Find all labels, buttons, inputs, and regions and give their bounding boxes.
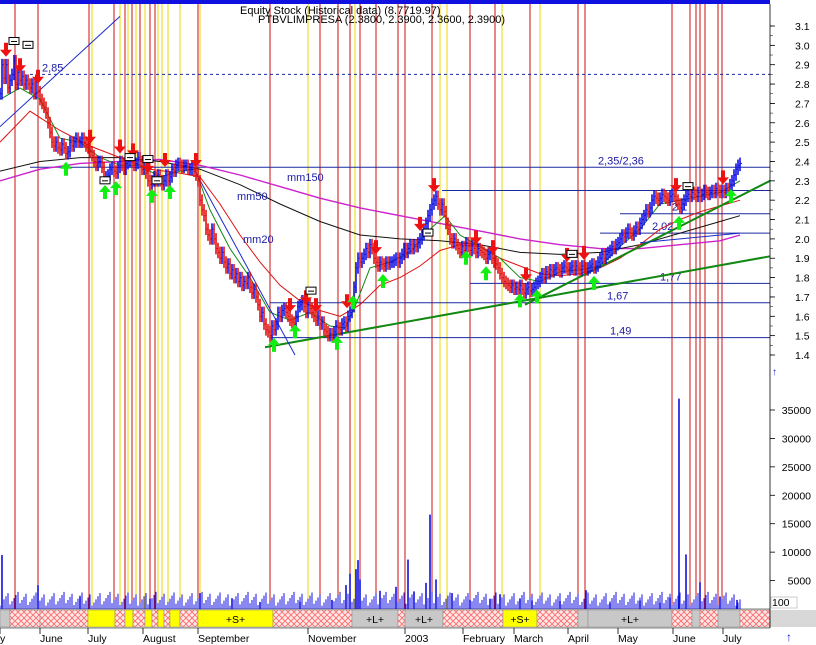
price-tick-label: 2.9: [795, 60, 810, 72]
price-tick-label: 2.3: [795, 176, 810, 188]
regime-segment: [272, 609, 353, 628]
price-level-label: 2,85: [42, 62, 63, 74]
volume-tick-label: 20000: [782, 490, 811, 502]
volume-tick-label: 35000: [782, 405, 811, 417]
chart-header-instrument: PTBVLIMPRESA (2.3800, 2.3900, 2.3600, 2.…: [258, 14, 505, 26]
volume-tick-label: 5000: [788, 576, 812, 588]
regime-segment: [442, 609, 504, 628]
ma-label: mm150: [287, 172, 324, 184]
price-level-label: 1,49: [610, 326, 631, 338]
price-tick-label: 2.8: [795, 79, 810, 91]
price-tick-label: 3.0: [795, 40, 810, 52]
regime-segment-label: +S+: [226, 614, 245, 626]
regime-segment: [536, 609, 579, 628]
volume-tick-label: 15000: [782, 519, 811, 531]
regime-segment: [397, 609, 406, 628]
regime-segment: [87, 609, 116, 628]
regime-segment: [739, 609, 771, 628]
header-strip: [0, 0, 770, 4]
ma-label: mm20: [243, 234, 274, 246]
regime-segment: [179, 609, 199, 628]
regime-segment-label: +S+: [510, 614, 529, 626]
price-chart: 2,852,35/2,362,12,021,771,671,49 mm150mm…: [0, 0, 816, 645]
regime-band-end: [770, 610, 816, 627]
month-label: August: [143, 633, 176, 645]
volume-tick-label: 25000: [782, 462, 811, 474]
month-label: y: [0, 633, 6, 645]
volume-scale-label: 100: [772, 597, 790, 609]
regime-segment: [671, 609, 693, 628]
regime-segment: [163, 609, 171, 628]
regime-segment: [114, 609, 126, 628]
regime-segment: [151, 609, 159, 628]
regime-segment-label: +L+: [415, 614, 433, 626]
volume-scroll-arrow-icon[interactable]: ↑: [772, 367, 777, 378]
price-tick-label: 2.2: [795, 195, 810, 207]
price-level-label: 1,67: [607, 291, 628, 303]
month-label: November: [308, 633, 357, 645]
month-label: April: [568, 633, 589, 645]
volume-tick-label: 10000: [782, 547, 811, 559]
price-level-label: 2,35/2,36: [598, 155, 644, 167]
price-tick-label: 2.7: [795, 98, 810, 110]
regime-segment: [39, 609, 89, 628]
month-label: June: [673, 633, 696, 645]
price-tick-label: 1.9: [795, 253, 810, 265]
month-label: 2003: [405, 633, 429, 645]
month-label: July: [723, 633, 742, 645]
regime-segment-label: +L+: [366, 614, 384, 626]
regime-segment: [132, 609, 146, 628]
signal-marker-icon: [566, 249, 578, 258]
price-tick-label: 2.1: [795, 215, 810, 227]
price-tick-label: 2.6: [795, 118, 810, 130]
price-tick-label: 1.5: [795, 331, 810, 343]
month-label: March: [514, 633, 543, 645]
regime-segment: [9, 609, 41, 628]
price-tick-label: 2.4: [795, 156, 810, 168]
regime-segment: [144, 609, 153, 628]
regime-segment: [699, 609, 719, 628]
regime-segment: [577, 609, 589, 628]
price-tick-label: 1.6: [795, 311, 810, 323]
month-label: July: [88, 633, 107, 645]
regime-segment: [717, 609, 741, 628]
scroll-up-arrow-icon[interactable]: ↑: [786, 630, 792, 644]
month-label: February: [463, 633, 506, 645]
regime-segment: [169, 609, 181, 628]
month-label: May: [618, 633, 639, 645]
price-tick-label: 1.4: [795, 350, 810, 362]
price-tick-label: 1.8: [795, 273, 810, 285]
price-tick-label: 3.1: [795, 21, 810, 33]
volume-tick-label: 30000: [782, 433, 811, 445]
regime-segment: [691, 609, 701, 628]
ma-label: mm50: [237, 191, 268, 203]
price-tick-label: 2.5: [795, 137, 810, 149]
price-tick-label: 2.0: [795, 234, 810, 246]
month-label: June: [40, 633, 63, 645]
price-tick-label: 1.7: [795, 292, 810, 304]
regime-segment: [124, 609, 134, 628]
regime-segment: [157, 609, 165, 628]
month-label: September: [198, 633, 250, 645]
regime-band-layer: +S+ +L+ +L+ +S+ +L+: [0, 609, 816, 628]
regime-segment: [0, 609, 11, 628]
regime-segment-label: +L+: [621, 614, 639, 626]
